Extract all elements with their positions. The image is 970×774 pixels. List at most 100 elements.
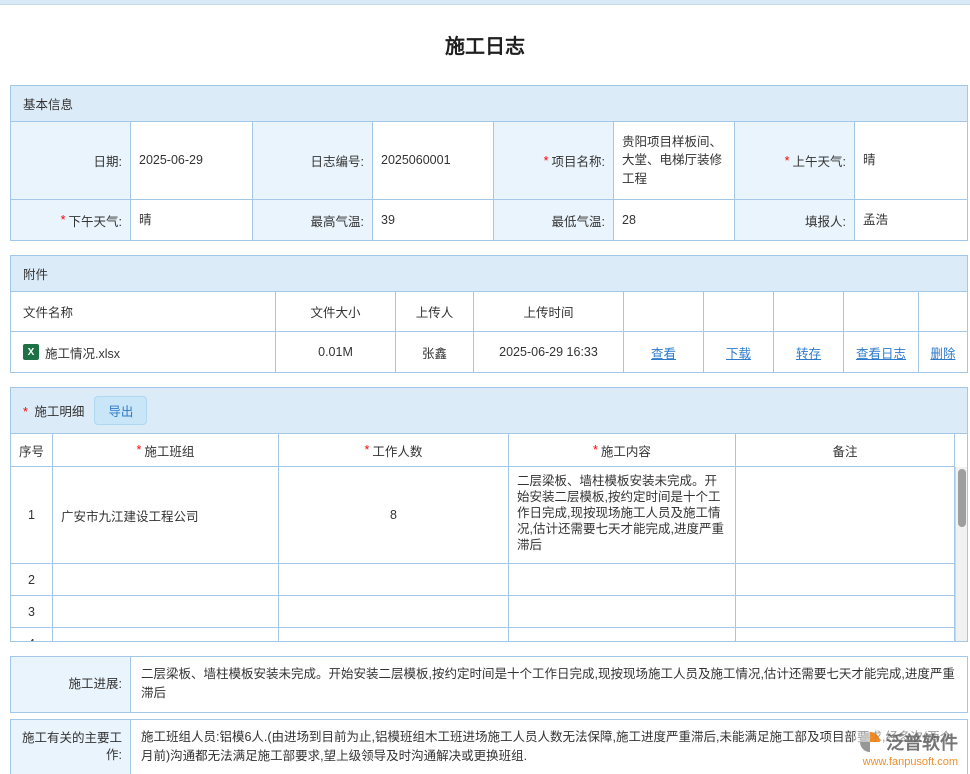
delete-link[interactable]: 删除 (930, 343, 955, 362)
field-label-project-name: *项目名称: (494, 122, 614, 200)
row-content: 二层梁板、墙柱模板安装未完成。开始安装二层模板,按约定时间是十个工作日完成,现按… (509, 467, 736, 564)
row-team (53, 564, 279, 596)
col-seq: 序号 (11, 434, 53, 467)
detail-title: * 施工明细 (23, 401, 84, 420)
required-marker: * (137, 443, 142, 457)
field-label-morning-weather: *上午天气: (735, 122, 855, 200)
label-text: 项目名称: (552, 151, 605, 170)
detail-table-header: 序号 *施工班组 *工作人数 *施工内容 备注 (11, 434, 955, 467)
field-label-date: 日期: (11, 122, 131, 200)
required-marker: * (785, 154, 790, 168)
col-file-name: 文件名称 (11, 292, 276, 332)
attachments-header: 附件 (11, 256, 967, 292)
col-action-1 (624, 292, 704, 332)
table-row: 4 (11, 628, 955, 641)
col-action-2 (704, 292, 774, 332)
basic-info-title: 基本信息 (23, 94, 73, 113)
row-seq: 1 (11, 467, 53, 564)
basic-info-table: 日期: 2025-06-29 日志编号: 2025060001 *项目名称: 贵… (11, 122, 967, 240)
attachments-section: 附件 文件名称 文件大小 上传人 上传时间 X 施工情况.xlsx 0.01M … (10, 255, 968, 373)
required-marker: * (23, 405, 28, 419)
fanpu-logo-icon (859, 731, 881, 753)
attachments-table-header: 文件名称 文件大小 上传人 上传时间 (11, 292, 967, 332)
excel-file-icon: X (23, 344, 39, 360)
scrollbar-thumb[interactable] (958, 469, 966, 527)
col-team: *施工班组 (53, 434, 279, 467)
main-work-label: 施工有关的主要工作: (11, 720, 131, 774)
construction-detail-section: * 施工明细 导出 序号 *施工班组 *工作人数 *施工内容 备注 1 广安市九… (10, 387, 968, 642)
vendor-url: www.fanpusoft.com (863, 756, 958, 768)
col-action-4 (844, 292, 919, 332)
row-remark (736, 564, 955, 596)
field-value-date: 2025-06-29 (131, 122, 253, 200)
col-uploader: 上传人 (396, 292, 474, 332)
field-label-afternoon-weather: *下午天气: (11, 200, 131, 240)
download-link[interactable]: 下载 (726, 343, 751, 362)
row-workers (279, 564, 509, 596)
main-work-value: 施工班组人员:铝模6人.(由进场到目前为止,铝模班组木工班进场施工人员人数无法保… (131, 720, 967, 774)
label-text: 最低气温: (552, 211, 605, 230)
field-label-max-temp: 最高气温: (253, 200, 373, 240)
detail-table: 序号 *施工班组 *工作人数 *施工内容 备注 1 广安市九江建设工程公司 8 … (11, 434, 967, 641)
row-remark (736, 596, 955, 628)
export-button[interactable]: 导出 (94, 396, 147, 425)
field-value-morning-weather: 晴 (855, 122, 967, 200)
vendor-watermark: 泛普软件 www.fanpusoft.com (855, 727, 962, 770)
view-link[interactable]: 查看 (651, 343, 676, 362)
progress-value: 二层梁板、墙柱模板安装未完成。开始安装二层模板,按约定时间是十个工作日完成,现按… (131, 657, 967, 712)
row-workers (279, 628, 509, 641)
row-seq: 3 (11, 596, 53, 628)
field-value-afternoon-weather: 晴 (131, 200, 253, 240)
field-value-reporter: 孟浩 (855, 200, 967, 240)
upload-time: 2025-06-29 16:33 (474, 332, 624, 372)
field-value-min-temp: 28 (614, 200, 735, 240)
label-text: 填报人: (805, 211, 846, 230)
field-value-max-temp: 39 (373, 200, 494, 240)
field-value-project-name: 贵阳项目样板间、大堂、电梯厅装修工程 (614, 122, 735, 200)
header-text: 工作人数 (372, 441, 422, 460)
col-workers: *工作人数 (279, 434, 509, 467)
construction-detail-header: * 施工明细 导出 (11, 388, 967, 434)
main-work-row: 施工有关的主要工作: 施工班组人员:铝模6人.(由进场到目前为止,铝模班组木工班… (10, 719, 968, 774)
uploader: 张鑫 (396, 332, 474, 372)
detail-title-text: 施工明细 (34, 405, 84, 419)
col-remark: 备注 (736, 434, 955, 467)
basic-info-section: 基本信息 日期: 2025-06-29 日志编号: 2025060001 *项目… (10, 85, 968, 241)
file-size: 0.01M (276, 332, 396, 372)
col-action-3 (774, 292, 844, 332)
row-workers: 8 (279, 467, 509, 564)
transfer-link[interactable]: 转存 (796, 343, 821, 362)
file-name-cell: X 施工情况.xlsx (11, 332, 276, 372)
table-row: 2 (11, 564, 955, 596)
row-content (509, 564, 736, 596)
label-text: 日期: (94, 151, 122, 170)
row-seq: 2 (11, 564, 53, 596)
row-workers (279, 596, 509, 628)
row-seq: 4 (11, 628, 53, 641)
col-file-size: 文件大小 (276, 292, 396, 332)
col-action-5 (919, 292, 967, 332)
vendor-brand: 泛普软件 (886, 729, 958, 755)
field-value-log-number: 2025060001 (373, 122, 494, 200)
label-text: 日志编号: (311, 151, 364, 170)
field-label-log-number: 日志编号: (253, 122, 373, 200)
required-marker: * (365, 443, 370, 457)
row-content (509, 628, 736, 641)
basic-info-header: 基本信息 (11, 86, 967, 122)
attachments-title: 附件 (23, 264, 48, 283)
detail-table-inner: 序号 *施工班组 *工作人数 *施工内容 备注 1 广安市九江建设工程公司 8 … (11, 434, 955, 641)
label-text: 上午天气: (793, 151, 846, 170)
required-marker: * (61, 213, 66, 227)
row-content (509, 596, 736, 628)
row-remark (736, 628, 955, 641)
label-text: 下午天气: (69, 211, 122, 230)
file-name: 施工情况.xlsx (45, 343, 120, 362)
field-label-reporter: 填报人: (735, 200, 855, 240)
row-team (53, 596, 279, 628)
table-row: 1 广安市九江建设工程公司 8 二层梁板、墙柱模板安装未完成。开始安装二层模板,… (11, 467, 955, 564)
attachment-row: X 施工情况.xlsx 0.01M 张鑫 2025-06-29 16:33 查看… (11, 332, 967, 372)
header-text: 施工班组 (144, 441, 194, 460)
detail-scrollbar[interactable] (955, 467, 967, 641)
view-log-link[interactable]: 查看日志 (856, 343, 906, 362)
col-content: *施工内容 (509, 434, 736, 467)
